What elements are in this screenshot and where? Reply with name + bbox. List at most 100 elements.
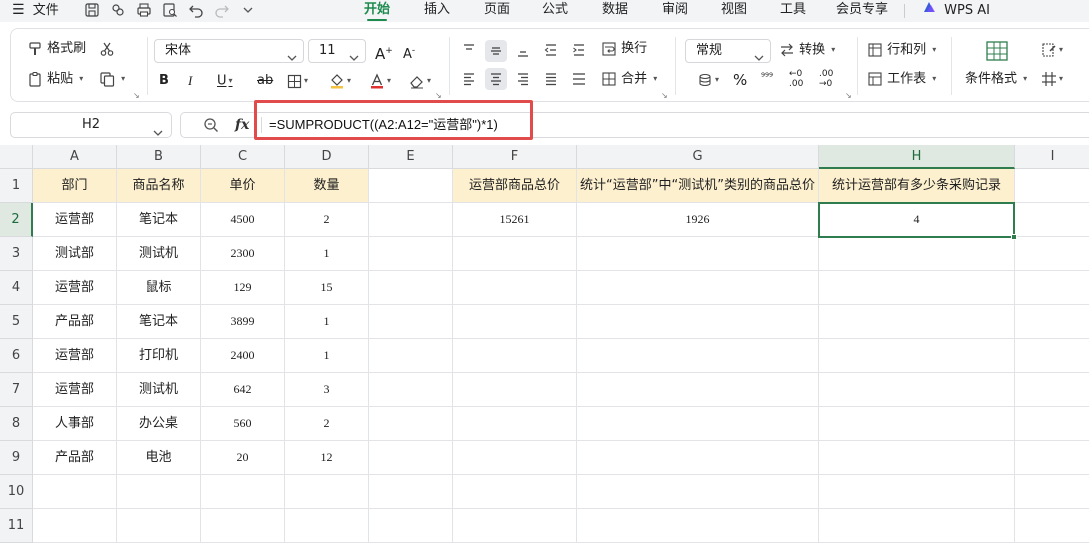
percent-button[interactable]: %	[733, 68, 747, 92]
cell-d1[interactable]: 数量	[285, 169, 369, 203]
underline-button[interactable]: U ▾	[217, 69, 233, 93]
font-group-launcher-icon[interactable]: ↘	[435, 91, 442, 100]
table-style-button[interactable]: ▾	[1041, 67, 1063, 91]
alignment-group-launcher-icon[interactable]: ↘	[661, 91, 668, 100]
cell-f10[interactable]	[453, 475, 577, 509]
cell-f6[interactable]	[453, 339, 577, 373]
cell-h6[interactable]	[819, 339, 1015, 373]
file-menu[interactable]: ☰ 文件	[12, 0, 59, 22]
cell-c6[interactable]: 2400	[201, 339, 285, 373]
border-button[interactable]: ▾	[287, 69, 308, 93]
merge-button[interactable]: 合并 ▾	[601, 67, 657, 91]
cell-h3[interactable]	[819, 237, 1015, 271]
worksheet-button[interactable]: 工作表 ▾	[867, 67, 936, 91]
row-header-1[interactable]: 1	[0, 169, 33, 203]
copy-button[interactable]: ▾	[99, 67, 125, 91]
align-left-button[interactable]	[461, 67, 477, 91]
thousands-separator-button[interactable]: ⁹⁹⁹	[761, 66, 773, 90]
column-header-g[interactable]: G	[577, 145, 819, 169]
cell-d6[interactable]: 1	[285, 339, 369, 373]
font-size-select[interactable]: 11	[308, 39, 366, 63]
cell-a3[interactable]: 测试部	[33, 237, 117, 271]
rows-cols-button[interactable]: 行和列 ▾	[867, 38, 936, 62]
cell-g2[interactable]: 1926	[577, 203, 819, 237]
column-header-e[interactable]: E	[369, 145, 453, 169]
select-all-corner[interactable]	[0, 145, 33, 169]
column-header-c[interactable]: C	[201, 145, 285, 169]
cell-e9[interactable]	[369, 441, 453, 475]
clear-format-button[interactable]: ▾	[409, 69, 431, 93]
wrap-text-button[interactable]: 换行	[601, 37, 647, 61]
cell-i2[interactable]	[1015, 203, 1089, 237]
tab-wps-ai[interactable]: WPS AI	[922, 0, 990, 22]
zoom-search-icon[interactable]	[203, 117, 219, 137]
share-link-icon[interactable]	[110, 2, 126, 18]
cell-d10[interactable]	[285, 475, 369, 509]
cell-g1[interactable]: 统计“运营部”中“测试机”类别的商品总价	[577, 169, 819, 203]
tab-view[interactable]: 视图	[721, 0, 747, 22]
cell-e11[interactable]	[369, 509, 453, 543]
row-header-7[interactable]: 7	[0, 373, 33, 407]
cell-c5[interactable]: 3899	[201, 305, 285, 339]
cell-f2[interactable]: 15261	[453, 203, 577, 237]
fx-icon[interactable]: fx	[235, 113, 249, 137]
cell-i11[interactable]	[1015, 509, 1089, 543]
cell-g7[interactable]	[577, 373, 819, 407]
column-header-i[interactable]: I	[1015, 145, 1089, 169]
cell-d3[interactable]: 1	[285, 237, 369, 271]
cell-a5[interactable]: 产品部	[33, 305, 117, 339]
save-icon[interactable]	[84, 2, 100, 18]
increase-font-button[interactable]: A+	[375, 39, 393, 63]
format-painter-button[interactable]: 格式刷	[27, 37, 86, 61]
column-header-d[interactable]: D	[285, 145, 369, 169]
column-header-h[interactable]: H	[819, 145, 1015, 169]
cell-g9[interactable]	[577, 441, 819, 475]
cell-d5[interactable]: 1	[285, 305, 369, 339]
cell-a7[interactable]: 运营部	[33, 373, 117, 407]
cell-c8[interactable]: 560	[201, 407, 285, 441]
chevron-down-icon[interactable]	[240, 2, 256, 18]
convert-button[interactable]: 转换 ▾	[779, 38, 835, 62]
cell-c2[interactable]: 4500	[201, 203, 285, 237]
cell-f8[interactable]	[453, 407, 577, 441]
align-center-button[interactable]	[488, 67, 504, 91]
cell-b7[interactable]: 测试机	[117, 373, 201, 407]
cell-a2[interactable]: 运营部	[33, 203, 117, 237]
cell-b4[interactable]: 鼠标	[117, 271, 201, 305]
cell-c3[interactable]: 2300	[201, 237, 285, 271]
tab-review[interactable]: 审阅	[662, 0, 688, 22]
cell-f5[interactable]	[453, 305, 577, 339]
cell-g5[interactable]	[577, 305, 819, 339]
row-header-4[interactable]: 4	[0, 271, 33, 305]
currency-button[interactable]: ▾	[697, 68, 719, 92]
cell-b2[interactable]: 笔记本	[117, 203, 201, 237]
row-header-2[interactable]: 2	[0, 203, 33, 237]
bold-button[interactable]: B	[159, 69, 169, 93]
align-right-button[interactable]	[515, 67, 531, 91]
cell-c9[interactable]: 20	[201, 441, 285, 475]
cell-d4[interactable]: 15	[285, 271, 369, 305]
italic-button[interactable]: I	[188, 69, 192, 93]
row-header-9[interactable]: 9	[0, 441, 33, 475]
align-middle-button[interactable]	[488, 38, 504, 62]
cell-b1[interactable]: 商品名称	[117, 169, 201, 203]
cell-c11[interactable]	[201, 509, 285, 543]
clipboard-group-launcher-icon[interactable]: ↘	[133, 91, 140, 100]
cell-h9[interactable]	[819, 441, 1015, 475]
cell-c1[interactable]: 单价	[201, 169, 285, 203]
justify-button[interactable]	[543, 67, 559, 91]
cell-i7[interactable]	[1015, 373, 1089, 407]
cell-i4[interactable]	[1015, 271, 1089, 305]
cell-c10[interactable]	[201, 475, 285, 509]
cell-f4[interactable]	[453, 271, 577, 305]
increase-indent-button[interactable]	[571, 38, 587, 62]
paste-button[interactable]: 粘贴 ▾	[27, 67, 83, 91]
tab-tools[interactable]: 工具	[780, 0, 806, 22]
cell-g6[interactable]	[577, 339, 819, 373]
decrease-font-button[interactable]: A-	[403, 39, 415, 63]
cell-h1[interactable]: 统计运营部有多少条采购记录	[819, 169, 1015, 203]
cell-b5[interactable]: 笔记本	[117, 305, 201, 339]
cell-g11[interactable]	[577, 509, 819, 543]
cell-g8[interactable]	[577, 407, 819, 441]
cell-e2[interactable]	[369, 203, 453, 237]
